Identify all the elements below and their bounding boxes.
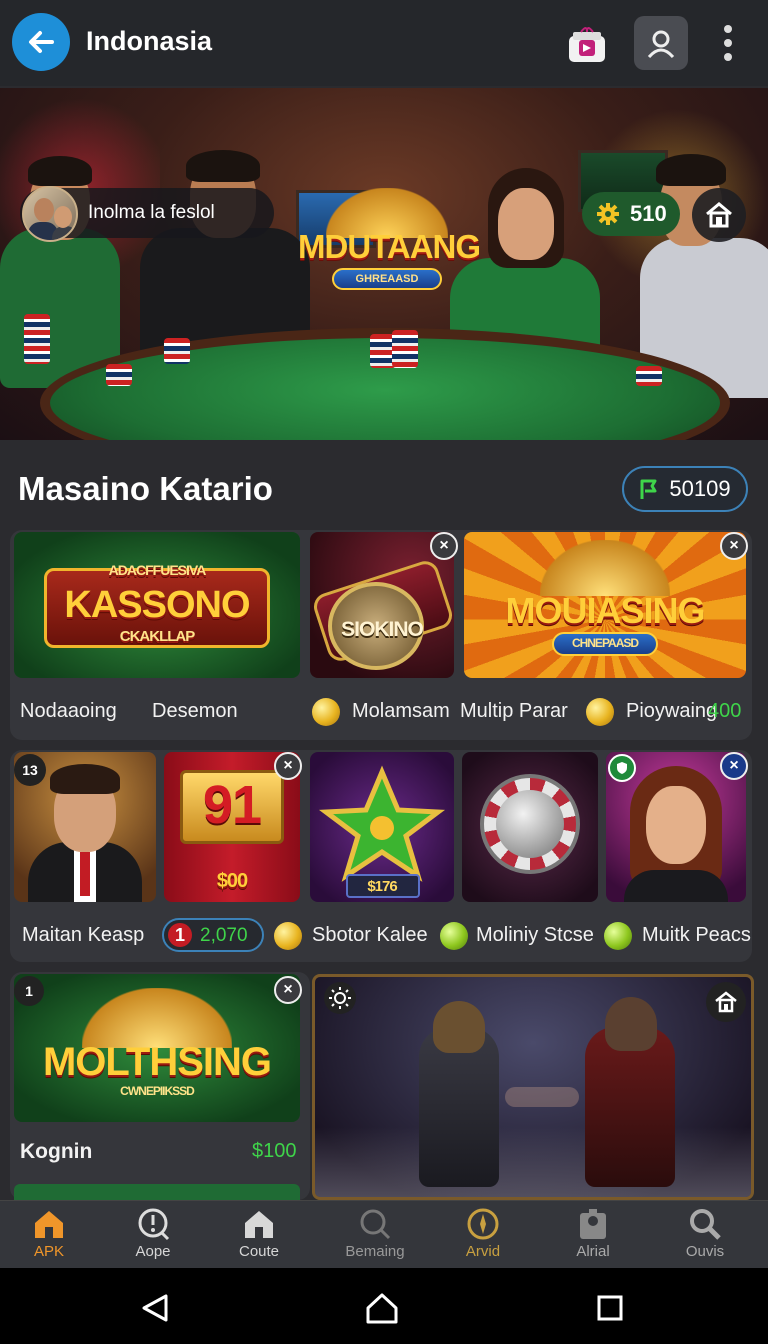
system-recents-button[interactable] — [590, 1288, 630, 1328]
game-label[interactable]: Nodaaoing — [20, 700, 117, 723]
chip-stack — [106, 364, 132, 386]
chip-stack — [164, 338, 190, 364]
coin-amount: 510 — [630, 201, 667, 226]
counter-value: 2,070 — [200, 925, 248, 946]
close-icon[interactable]: × — [430, 532, 458, 560]
game-tile-partial — [14, 1184, 300, 1200]
app-root: Indonasia MDUTAANG GHREAASD Inolma la fe… — [0, 0, 768, 1344]
home-icon — [715, 991, 737, 1013]
game-value: 400 — [708, 700, 742, 722]
search-icon — [360, 1209, 391, 1240]
dot-icon — [724, 25, 732, 33]
game-tile[interactable]: ADACFFUESIVA KASSONO CKAKLLAP — [14, 532, 300, 678]
warrior-figure — [585, 1027, 675, 1187]
map-pin-icon — [580, 1209, 606, 1239]
back-button[interactable] — [12, 13, 70, 71]
user-name: Inolma la feslol — [88, 202, 215, 223]
compass-icon — [467, 1208, 499, 1240]
home-badge[interactable] — [706, 982, 746, 1022]
nav-item-coute[interactable]: Coute — [214, 1207, 304, 1267]
lobby-home-button[interactable] — [692, 188, 746, 242]
nav-item-ouvis[interactable]: Ouvis — [660, 1207, 750, 1267]
avatar — [22, 186, 78, 242]
alert-icon — [138, 1208, 170, 1241]
game-label[interactable]: Sbotor Kalee — [312, 924, 428, 947]
game-label[interactable]: Muitk Peacs — [642, 924, 751, 947]
gift-icon — [569, 27, 605, 62]
house-icon — [245, 1211, 273, 1238]
game-label[interactable]: Kognin — [20, 1140, 92, 1164]
counter-pill[interactable]: 1 2,070 — [162, 918, 264, 952]
chip-stack — [636, 366, 662, 386]
game-price: $100 — [252, 1140, 297, 1162]
gear-coin-icon — [597, 203, 619, 225]
square-recents-icon — [597, 1295, 623, 1321]
rank-badge: 13 — [14, 754, 46, 786]
section-balance: 50109 — [669, 476, 731, 501]
page-title: Indonasia — [86, 26, 213, 56]
chip-stack — [24, 314, 50, 364]
dot-icon — [724, 53, 732, 61]
game-label[interactable]: Moliniy Stcse — [476, 924, 594, 947]
nav-item-alrial[interactable]: Alrial — [548, 1207, 638, 1267]
bottom-navigation: APK Aope Coute Bemaing Arvid Alrial Ouvi… — [0, 1200, 768, 1268]
download-badge: 1 — [14, 976, 44, 1006]
lion-emblem-icon — [496, 790, 564, 858]
game-tile[interactable] — [462, 752, 598, 902]
system-back-button[interactable] — [136, 1288, 176, 1328]
game-label[interactable]: Multip Parar — [460, 700, 568, 723]
arrow-left-icon — [29, 31, 54, 53]
profile-button[interactable] — [634, 16, 688, 70]
featured-game-tile[interactable] — [312, 974, 754, 1200]
coin-icon — [604, 922, 632, 950]
triangle-back-icon — [142, 1294, 168, 1322]
coin-icon — [312, 698, 340, 726]
close-icon[interactable]: × — [720, 752, 748, 780]
nav-item-aope[interactable]: Aope — [108, 1207, 198, 1267]
nav-item-bemaing[interactable]: Bemaing — [330, 1207, 420, 1267]
flag-icon — [640, 479, 657, 499]
coin-icon — [586, 698, 614, 726]
top-app-bar: Indonasia — [0, 0, 768, 86]
home-outline-icon — [366, 1293, 398, 1324]
magnifier-icon — [690, 1209, 721, 1240]
wings-emblem-icon — [82, 988, 232, 1048]
game-label[interactable]: Molamsam — [352, 700, 450, 723]
close-icon[interactable]: × — [274, 976, 302, 1004]
user-icon — [647, 30, 675, 59]
chip-stack — [392, 330, 418, 368]
game-tile[interactable]: $176 — [310, 752, 454, 902]
coin-icon — [440, 922, 468, 950]
game-tile[interactable]: MOLTHSING CWNEPIIKSSD — [14, 974, 300, 1122]
section-balance-pill[interactable]: 50109 — [622, 466, 748, 512]
game-label[interactable]: Maitan Keasp — [22, 924, 144, 947]
coin-balance-pill[interactable]: 510 — [582, 192, 680, 236]
nav-item-arvid[interactable]: Arvid — [438, 1207, 528, 1267]
wings-emblem-icon — [540, 540, 670, 596]
game-label[interactable]: Pioywaing — [626, 700, 717, 723]
system-home-button[interactable] — [362, 1288, 402, 1328]
shield-badge-icon — [608, 754, 636, 782]
home-icon — [35, 1211, 63, 1238]
user-profile-pill[interactable]: Inolma la feslol — [20, 186, 274, 242]
counter-badge: 1 — [168, 923, 192, 947]
section-title: Masaino Katario — [18, 470, 273, 507]
nav-item-apk[interactable]: APK — [4, 1207, 94, 1267]
more-menu-button[interactable] — [712, 20, 744, 66]
coin-icon — [274, 922, 302, 950]
game-label[interactable]: Desemon — [152, 700, 238, 723]
settings-badge[interactable] — [324, 982, 356, 1014]
close-icon[interactable]: × — [274, 752, 302, 780]
sun-icon — [329, 987, 351, 1009]
close-icon[interactable]: × — [720, 532, 748, 560]
hero-game-logo: MDUTAANG GHREAASD — [298, 188, 481, 300]
hero-banner[interactable]: MDUTAANG GHREAASD Inolma la feslol 510 — [0, 88, 768, 440]
system-navigation-bar — [0, 1268, 768, 1344]
game-tile[interactable]: MOUIASING CHNEPAASD — [464, 532, 746, 678]
dot-icon — [724, 39, 732, 47]
home-icon — [706, 202, 732, 228]
gift-button[interactable] — [562, 22, 612, 68]
